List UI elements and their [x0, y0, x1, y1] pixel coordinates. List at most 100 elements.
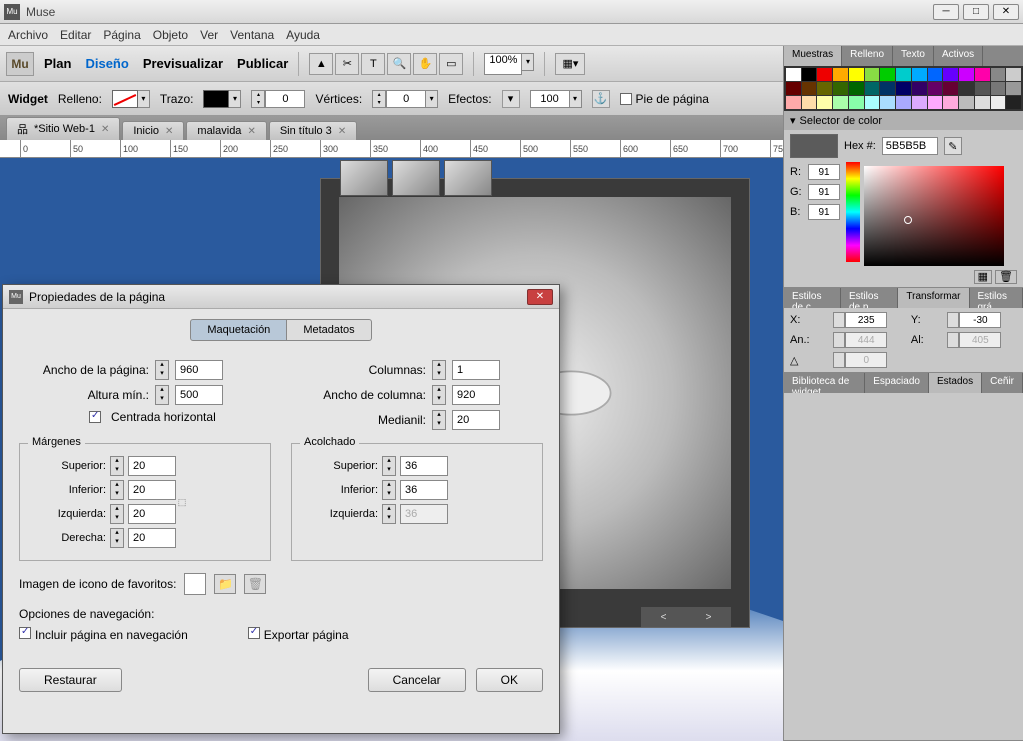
p-top-stepper[interactable]: ▴▾ [382, 456, 396, 476]
minimize-button[interactable]: ─ [933, 4, 959, 20]
link-margins-icon[interactable]: ⬚ [176, 492, 188, 512]
color-swatch[interactable] [975, 68, 990, 81]
stroke-swatch[interactable] [203, 90, 229, 108]
tab-muestras[interactable]: Muestras [784, 46, 842, 66]
color-swatch[interactable] [912, 68, 927, 81]
tab-activos[interactable]: Activos [934, 46, 983, 66]
color-swatch[interactable] [817, 96, 832, 109]
menu-ver[interactable]: Ver [200, 28, 218, 42]
color-swatch[interactable] [880, 68, 895, 81]
color-swatch[interactable] [865, 68, 880, 81]
tab-transform[interactable]: Transformar [898, 288, 969, 308]
color-swatch[interactable] [959, 96, 974, 109]
color-swatch[interactable] [959, 82, 974, 95]
color-swatch[interactable] [865, 96, 880, 109]
tab-char-styles[interactable]: Estilos de c [784, 288, 841, 308]
menu-ventana[interactable]: Ventana [230, 28, 274, 42]
col-width-input[interactable] [452, 385, 500, 405]
zoom-tool[interactable]: 🔍 [387, 53, 411, 75]
color-swatch[interactable] [817, 68, 832, 81]
tab-texto[interactable]: Texto [893, 46, 934, 66]
color-swatch[interactable] [991, 68, 1006, 81]
view-options[interactable]: ▦▾ [555, 53, 585, 75]
m-right-stepper[interactable]: ▴▾ [110, 528, 124, 548]
gallery-nav[interactable]: < > [641, 607, 731, 627]
y-stepper[interactable] [947, 312, 959, 328]
vertices-stepper[interactable]: ▴▾ [372, 90, 386, 108]
min-height-input[interactable] [175, 385, 223, 405]
color-swatch[interactable] [833, 82, 848, 95]
m-left-stepper[interactable]: ▴▾ [110, 504, 124, 524]
color-swatch[interactable] [880, 96, 895, 109]
menu-objeto[interactable]: Objeto [153, 28, 188, 42]
thumb-1[interactable] [340, 160, 388, 196]
x-stepper[interactable] [833, 312, 845, 328]
opacity-dropdown[interactable]: ▾ [570, 90, 582, 108]
m-left-input[interactable] [128, 504, 176, 524]
m-top-stepper[interactable]: ▴▾ [110, 456, 124, 476]
color-swatch[interactable] [928, 96, 943, 109]
collapse-icon[interactable]: ▾ [790, 114, 796, 127]
zoom-dropdown[interactable]: ▾ [522, 53, 534, 71]
footer-checkbox[interactable] [620, 93, 632, 105]
doc-tab-inicio[interactable]: Inicio✕ [122, 121, 184, 140]
hue-slider[interactable] [846, 162, 860, 262]
color-swatch[interactable] [975, 82, 990, 95]
delete-favicon-button[interactable]: 🗑 [244, 574, 266, 594]
cancel-button[interactable]: Cancelar [368, 668, 466, 692]
color-swatch[interactable] [896, 82, 911, 95]
color-swatch[interactable] [1006, 68, 1021, 81]
p-left-stepper[interactable]: ▴▾ [382, 504, 396, 524]
x-input[interactable] [845, 312, 887, 328]
color-swatch[interactable] [802, 96, 817, 109]
stroke-dropdown[interactable]: ▾ [229, 90, 241, 108]
color-swatch[interactable] [943, 68, 958, 81]
thumb-2[interactable] [392, 160, 440, 196]
color-swatch[interactable] [880, 82, 895, 95]
color-swatch[interactable] [943, 82, 958, 95]
color-swatch[interactable] [849, 82, 864, 95]
h-input[interactable] [959, 332, 1001, 348]
m-bottom-stepper[interactable]: ▴▾ [110, 480, 124, 500]
fill-swatch[interactable] [112, 90, 138, 108]
color-swatch[interactable] [833, 96, 848, 109]
text-tool[interactable]: T [361, 53, 385, 75]
h-stepper[interactable] [947, 332, 959, 348]
min-height-stepper[interactable]: ▴▾ [155, 385, 169, 405]
doc-tab-malavida[interactable]: malavida✕ [186, 121, 266, 140]
color-swatch[interactable] [849, 96, 864, 109]
color-swatch[interactable] [928, 82, 943, 95]
menu-ayuda[interactable]: Ayuda [286, 28, 320, 42]
new-swatch-icon[interactable]: ▦ [974, 270, 992, 284]
opacity-input[interactable] [530, 90, 570, 108]
m-bottom-input[interactable] [128, 480, 176, 500]
menu-pagina[interactable]: Página [103, 28, 140, 42]
color-swatch[interactable] [975, 96, 990, 109]
close-button[interactable]: ✕ [993, 4, 1019, 20]
restore-button[interactable]: Restaurar [19, 668, 122, 692]
close-icon[interactable]: ✕ [165, 126, 173, 137]
select-tool[interactable]: ▲ [309, 53, 333, 75]
tab-para-styles[interactable]: Estilos de p [841, 288, 898, 308]
close-icon[interactable]: ✕ [247, 126, 255, 137]
maximize-button[interactable]: □ [963, 4, 989, 20]
favicon-well[interactable] [184, 573, 206, 595]
color-swatch[interactable] [1006, 82, 1021, 95]
dialog-titlebar[interactable]: Mu Propiedades de la página ✕ [3, 285, 559, 309]
gutter-stepper[interactable]: ▴▾ [432, 410, 446, 430]
color-swatch[interactable] [896, 96, 911, 109]
stroke-weight-input[interactable] [265, 90, 305, 108]
color-swatch[interactable] [912, 82, 927, 95]
color-swatch[interactable] [991, 82, 1006, 95]
color-swatch[interactable] [786, 82, 801, 95]
b-input[interactable] [808, 204, 840, 220]
mode-publish[interactable]: Publicar [237, 56, 288, 71]
trash-icon[interactable]: 🗑 [995, 270, 1017, 284]
color-swatch[interactable] [802, 82, 817, 95]
color-field[interactable] [864, 166, 1004, 266]
tab-states[interactable]: Estados [929, 373, 982, 393]
hand-tool[interactable]: ✋ [413, 53, 437, 75]
tab-spacing[interactable]: Espaciado [865, 373, 929, 393]
ok-button[interactable]: OK [476, 668, 543, 692]
m-right-input[interactable] [128, 528, 176, 548]
